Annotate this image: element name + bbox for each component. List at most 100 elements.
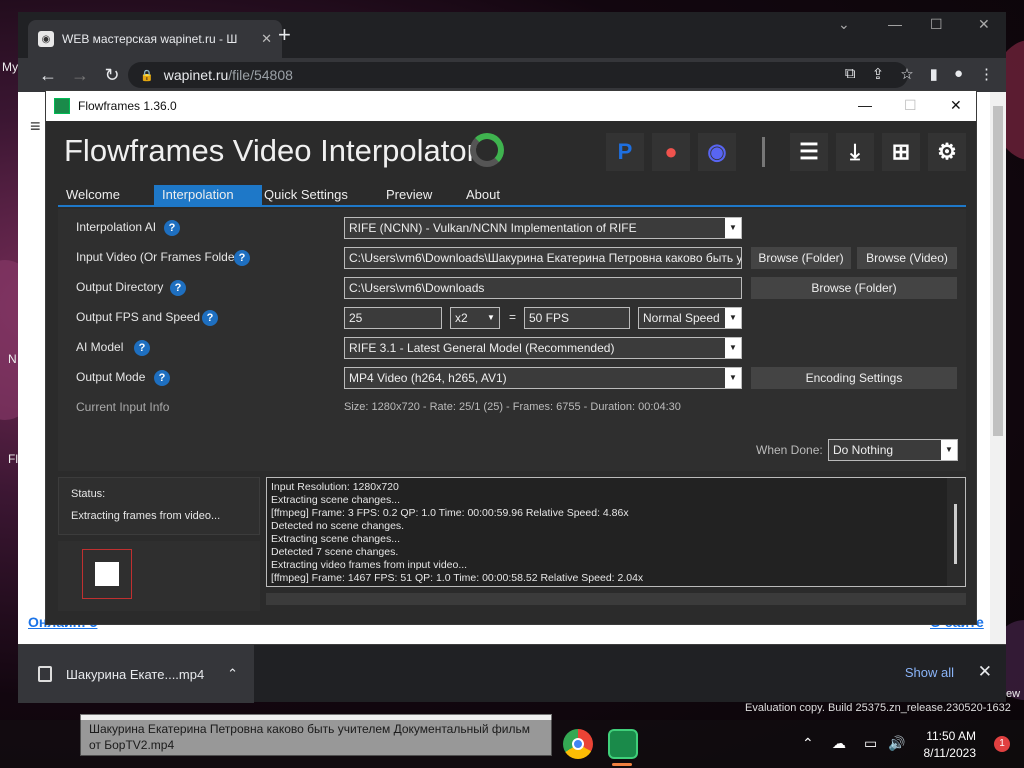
bookmark-star-icon[interactable]: ☆ xyxy=(900,65,913,83)
network-icon[interactable]: ▭ xyxy=(864,735,877,752)
back-icon[interactable]: ← xyxy=(32,65,64,86)
input-video-field[interactable]: C:\Users\vm6\Downloads\Шакурина Екатерин… xyxy=(344,247,742,269)
chevron-down-icon[interactable]: ▼ xyxy=(725,308,741,328)
log-scroll-thumb[interactable] xyxy=(954,504,957,564)
ai-model-select[interactable]: RIFE 3.1 - Latest General Model (Recomme… xyxy=(344,337,742,359)
tab-about[interactable]: About xyxy=(458,185,508,205)
volume-icon[interactable]: 🔊 xyxy=(888,735,905,752)
chevron-down-icon[interactable]: ▼ xyxy=(941,440,957,460)
chevron-down-icon[interactable]: ▼ xyxy=(725,218,741,238)
patreon-icon[interactable]: ● xyxy=(652,133,690,171)
app-close-icon[interactable]: ✕ xyxy=(950,97,962,114)
flowframes-app-icon xyxy=(54,98,70,114)
batch-add-icon[interactable]: ⊞ xyxy=(882,133,920,171)
input-video-label: Input Video (Or Frames Folder) xyxy=(76,250,243,264)
desktop-label: ew xyxy=(1006,688,1021,700)
fps-in-field[interactable]: 25 xyxy=(344,307,442,329)
chevron-down-icon[interactable]: ▼ xyxy=(725,338,741,358)
share-icon[interactable]: ⇪ xyxy=(872,65,885,83)
status-text: Extracting frames from video... xyxy=(71,510,221,522)
maximize-icon[interactable]: ☐ xyxy=(930,16,943,33)
download-item[interactable]: Шакурина Екате....mp4 ⌃ xyxy=(18,645,254,703)
chevron-up-icon[interactable]: ⌃ xyxy=(802,735,814,752)
help-icon[interactable]: ? xyxy=(134,340,150,356)
minimize-icon[interactable]: — xyxy=(888,16,902,32)
tab-preview[interactable]: Preview xyxy=(378,185,440,205)
cloud-icon[interactable]: ☁ xyxy=(832,735,846,752)
profile-icon[interactable]: ● xyxy=(954,65,963,83)
chevron-up-icon[interactable]: ⌃ xyxy=(227,666,238,682)
input-info-text: Size: 1280x720 - Rate: 25/1 (25) - Frame… xyxy=(344,401,681,413)
multiplier-select[interactable]: x2 ▼ xyxy=(450,307,500,329)
side-panel-icon[interactable]: ▮ xyxy=(930,65,938,83)
output-dir-value: C:\Users\vm6\Downloads xyxy=(349,281,485,295)
menu-icon[interactable]: ⋮ xyxy=(979,65,994,83)
tab-search-icon[interactable]: ⌄ xyxy=(838,16,850,33)
app-minimize-icon[interactable]: — xyxy=(858,97,872,113)
help-icon[interactable]: ? xyxy=(170,280,186,296)
page-scrollbar[interactable] xyxy=(990,92,1006,644)
browse-folder-button[interactable]: Browse (Folder) xyxy=(751,247,851,269)
interp-ai-select[interactable]: RIFE (NCNN) - Vulkan/NCNN Implementation… xyxy=(344,217,742,239)
help-icon[interactable]: ? xyxy=(154,370,170,386)
when-done-select[interactable]: Do Nothing ▼ xyxy=(828,439,958,461)
multiplier-value: x2 xyxy=(455,311,468,325)
show-all-button[interactable]: Show all xyxy=(905,665,954,680)
toolbar-icons: ⧉ ⇪ ☆ ▮ ● ⋮ xyxy=(845,65,994,83)
help-icon[interactable]: ? xyxy=(234,250,250,266)
chevron-down-icon[interactable]: ▼ xyxy=(725,368,741,388)
fps-in-value: 25 xyxy=(349,311,363,325)
close-download-bar-icon[interactable]: ✕ xyxy=(978,662,992,682)
desktop-label: Fl xyxy=(8,452,18,466)
output-mode-select[interactable]: MP4 Video (h264, h265, AV1) ▼ xyxy=(344,367,742,389)
tab-interpolation[interactable]: Interpolation xyxy=(154,185,262,205)
translate-icon[interactable]: ⧉ xyxy=(845,65,856,83)
log-box[interactable]: Input Resolution: 1280x720 Extracting sc… xyxy=(266,477,966,587)
tab-welcome[interactable]: Welcome xyxy=(58,185,128,205)
ai-model-value: RIFE 3.1 - Latest General Model (Recomme… xyxy=(349,341,615,355)
log-scrollbar[interactable] xyxy=(947,478,965,586)
chrome-taskbar-icon[interactable] xyxy=(563,729,593,759)
chevron-down-icon[interactable]: ▼ xyxy=(483,308,499,328)
browse-video-button[interactable]: Browse (Video) xyxy=(857,247,957,269)
browser-toolbar: ← → ↻ 🔒 wapinet.ru/file/54808 ⧉ ⇪ ☆ ▮ ● … xyxy=(18,58,1006,92)
desktop-label: Му xyxy=(2,60,19,74)
stop-button[interactable] xyxy=(82,549,132,599)
encoding-settings-button[interactable]: Encoding Settings xyxy=(751,367,957,389)
new-tab-icon[interactable]: + xyxy=(278,24,291,46)
flowframes-taskbar-icon[interactable] xyxy=(608,729,638,759)
help-icon[interactable]: ? xyxy=(164,220,180,236)
speed-select[interactable]: Normal Speed ▼ xyxy=(638,307,742,329)
scrollbar-thumb[interactable] xyxy=(993,106,1003,436)
reload-icon[interactable]: ↻ xyxy=(96,65,128,86)
queue-list-icon[interactable]: ☰ xyxy=(790,133,828,171)
log-line: Input Resolution: 1280x720 xyxy=(271,481,399,493)
status-label: Status: xyxy=(71,488,106,500)
url-path: /file/54808 xyxy=(228,67,293,83)
help-icon[interactable]: ? xyxy=(202,310,218,326)
tab-close-icon[interactable]: ✕ xyxy=(261,31,272,47)
notification-badge[interactable]: 1 xyxy=(994,736,1010,752)
output-dir-field[interactable]: C:\Users\vm6\Downloads xyxy=(344,277,742,299)
download-update-icon[interactable]: ⤓ xyxy=(836,133,874,171)
settings-gear-icon[interactable]: ⚙ xyxy=(928,133,966,171)
app-maximize-icon[interactable]: ☐ xyxy=(904,97,917,114)
fps-out-field[interactable]: 50 FPS xyxy=(524,307,630,329)
browse-output-folder-button[interactable]: Browse (Folder) xyxy=(751,277,957,299)
hamburger-menu-icon[interactable]: ≡ xyxy=(30,116,41,137)
tab-quick-settings[interactable]: Quick Settings xyxy=(256,185,356,205)
app-tabs: Welcome Interpolation Quick Settings Pre… xyxy=(58,185,966,207)
forward-icon[interactable]: → xyxy=(64,65,96,86)
output-mode-label: Output Mode xyxy=(76,370,146,384)
app-header: Flowframes Video Interpolator P ● ◉ ☰ ⤓ … xyxy=(46,121,976,183)
discord-icon[interactable]: ◉ xyxy=(698,133,736,171)
browser-tab[interactable]: ◉ WEB мастерская wapinet.ru - Ш ✕ xyxy=(28,20,282,58)
paypal-icon[interactable]: P xyxy=(606,133,644,171)
site-info-icon[interactable]: 🔒 xyxy=(140,69,154,82)
address-bar[interactable]: 🔒 wapinet.ru/file/54808 xyxy=(128,62,908,88)
clock[interactable]: 11:50 AM 8/11/2023 xyxy=(924,728,977,762)
window-title: Flowframes 1.36.0 xyxy=(78,99,177,113)
evaluation-watermark: Evaluation copy. Build 25375.zn_release.… xyxy=(745,702,1011,714)
close-icon[interactable]: ✕ xyxy=(978,16,990,33)
log-line: Extracting scene changes... xyxy=(271,494,400,506)
